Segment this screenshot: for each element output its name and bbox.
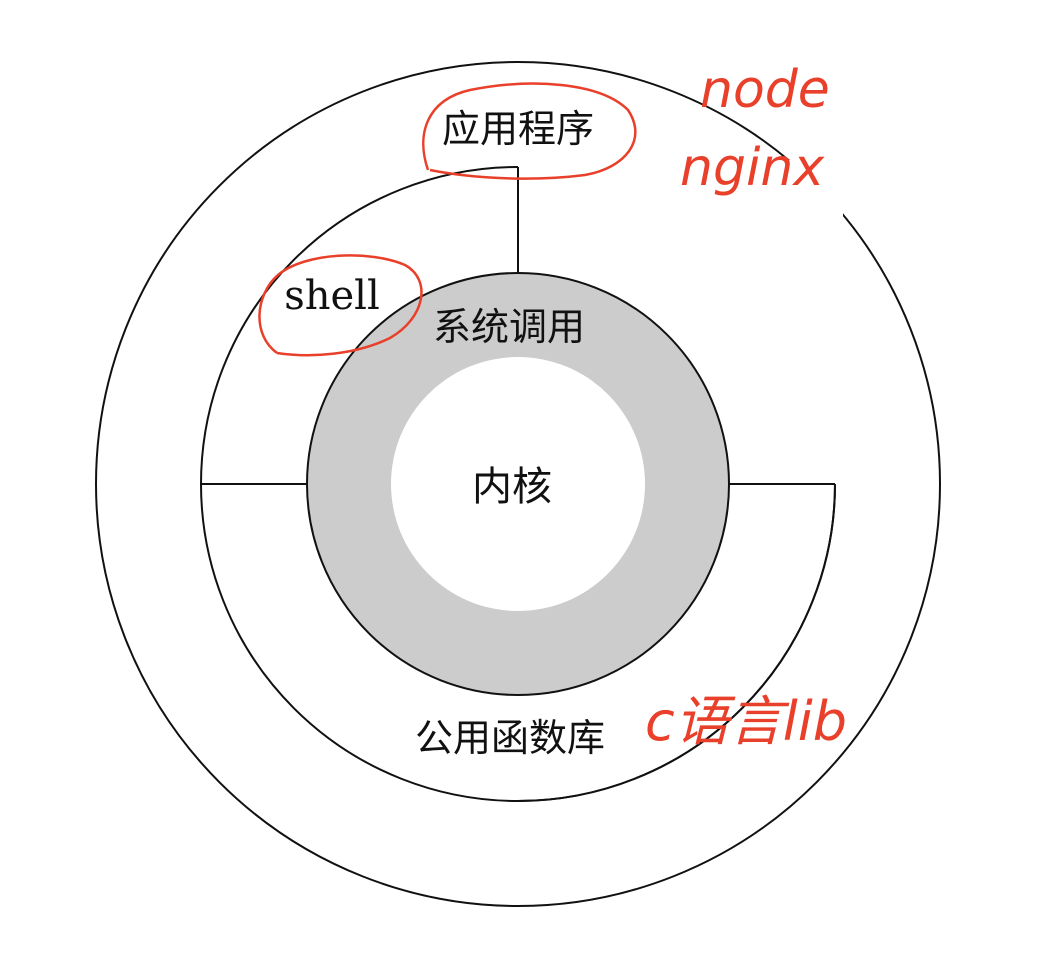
shell-label: shell (284, 273, 380, 319)
library-label: 公用函数库 (415, 716, 605, 760)
app-example-node: node (700, 60, 830, 120)
system-call-label: 系统调用 (433, 305, 585, 349)
app-example-nginx: nginx (680, 138, 825, 198)
kernel-label: 内核 (472, 464, 552, 510)
application-label: 应用程序 (442, 107, 594, 151)
layered-architecture-diagram: 应用程序 shell 系统调用 内核 公用函数库 node nginx c语言l… (95, 60, 941, 907)
library-note: c语言lib (645, 690, 847, 753)
